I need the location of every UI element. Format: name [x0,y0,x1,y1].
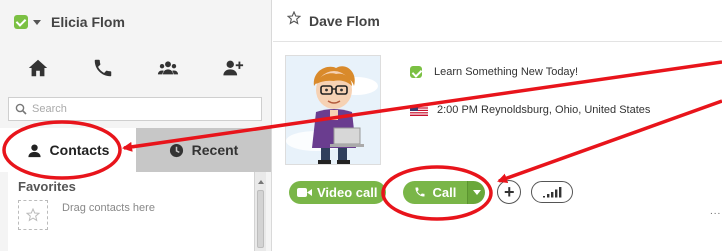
favorites-drop-row: Drag contacts here [18,200,254,230]
tab-recent-label: Recent [191,142,239,158]
phone-icon [94,59,112,77]
plus-icon: + [504,181,515,202]
call-phones-button[interactable] [85,50,121,86]
call-quality-button[interactable] [531,181,574,203]
star-outline-icon [286,10,302,25]
action-bar [0,44,271,92]
star-outline-icon [26,208,40,222]
chevron-down-icon [33,19,41,25]
clock-icon [169,143,183,157]
favorites-section: Favorites Drag contacts here [8,172,254,251]
scrollbar-thumb[interactable] [257,190,264,248]
contact-mood: Learn Something New Today! [410,66,578,78]
video-camera-icon [297,187,312,197]
contact-avatar[interactable] [285,55,381,165]
conversation-pane: Dave Flom Learn Something New Today! 2:0… [273,0,722,251]
search-input[interactable] [32,103,252,115]
add-contact-icon [223,60,243,76]
person-icon [27,144,41,157]
chevron-down-icon [472,189,481,195]
status-menu-button[interactable] [14,15,41,29]
call-options-dropdown[interactable] [467,180,486,204]
favorites-heading: Favorites [18,179,76,194]
cartoon-avatar-image [286,56,380,164]
add-contact-button[interactable] [215,50,251,86]
video-call-label: Video call [317,184,378,200]
online-status-icon [410,66,422,78]
left-pane: Elicia Flom Search Contacts Recent Favor… [0,0,272,251]
signal-bars-icon [543,187,562,198]
tab-recent[interactable]: Recent [136,128,271,172]
contact-name: Dave Flom [309,12,380,29]
favorites-drop-target[interactable] [18,200,48,230]
call-controls: Video call Call + [289,180,574,204]
user-header: Elicia Flom [0,0,271,44]
contact-tabs: Contacts Recent [0,128,271,172]
search-box [8,97,262,121]
search-icon [15,103,27,115]
local-time-location: 2:00 PM Reynoldsburg, Ohio, United State… [437,104,651,116]
online-status-icon [14,15,28,29]
scroll-up-arrow-icon[interactable] [258,180,264,184]
favorite-star-button[interactable] [286,10,302,30]
user-name[interactable]: Elicia Flom [51,14,125,30]
favorites-hint: Drag contacts here [62,202,155,214]
video-call-button[interactable]: Video call [289,180,387,204]
contact-location: 2:00 PM Reynoldsburg, Ohio, United State… [410,104,650,116]
tab-contacts[interactable]: Contacts [0,128,136,172]
call-label: Call [432,184,457,200]
group-icon [157,61,178,75]
more-options-ellipsis[interactable]: ... [710,206,721,217]
us-flag-icon [410,104,428,116]
add-people-button[interactable]: + [497,180,522,204]
create-group-button[interactable] [150,50,186,86]
call-split-button: Call [403,180,486,204]
mood-message: Learn Something New Today! [434,66,579,78]
phone-icon [415,187,425,197]
contact-header: Dave Flom [273,0,722,42]
call-button[interactable]: Call [403,180,468,204]
tab-contacts-label: Contacts [49,142,110,158]
contacts-scrollbar[interactable] [254,172,266,251]
home-button[interactable] [20,50,56,86]
home-icon [29,59,48,77]
